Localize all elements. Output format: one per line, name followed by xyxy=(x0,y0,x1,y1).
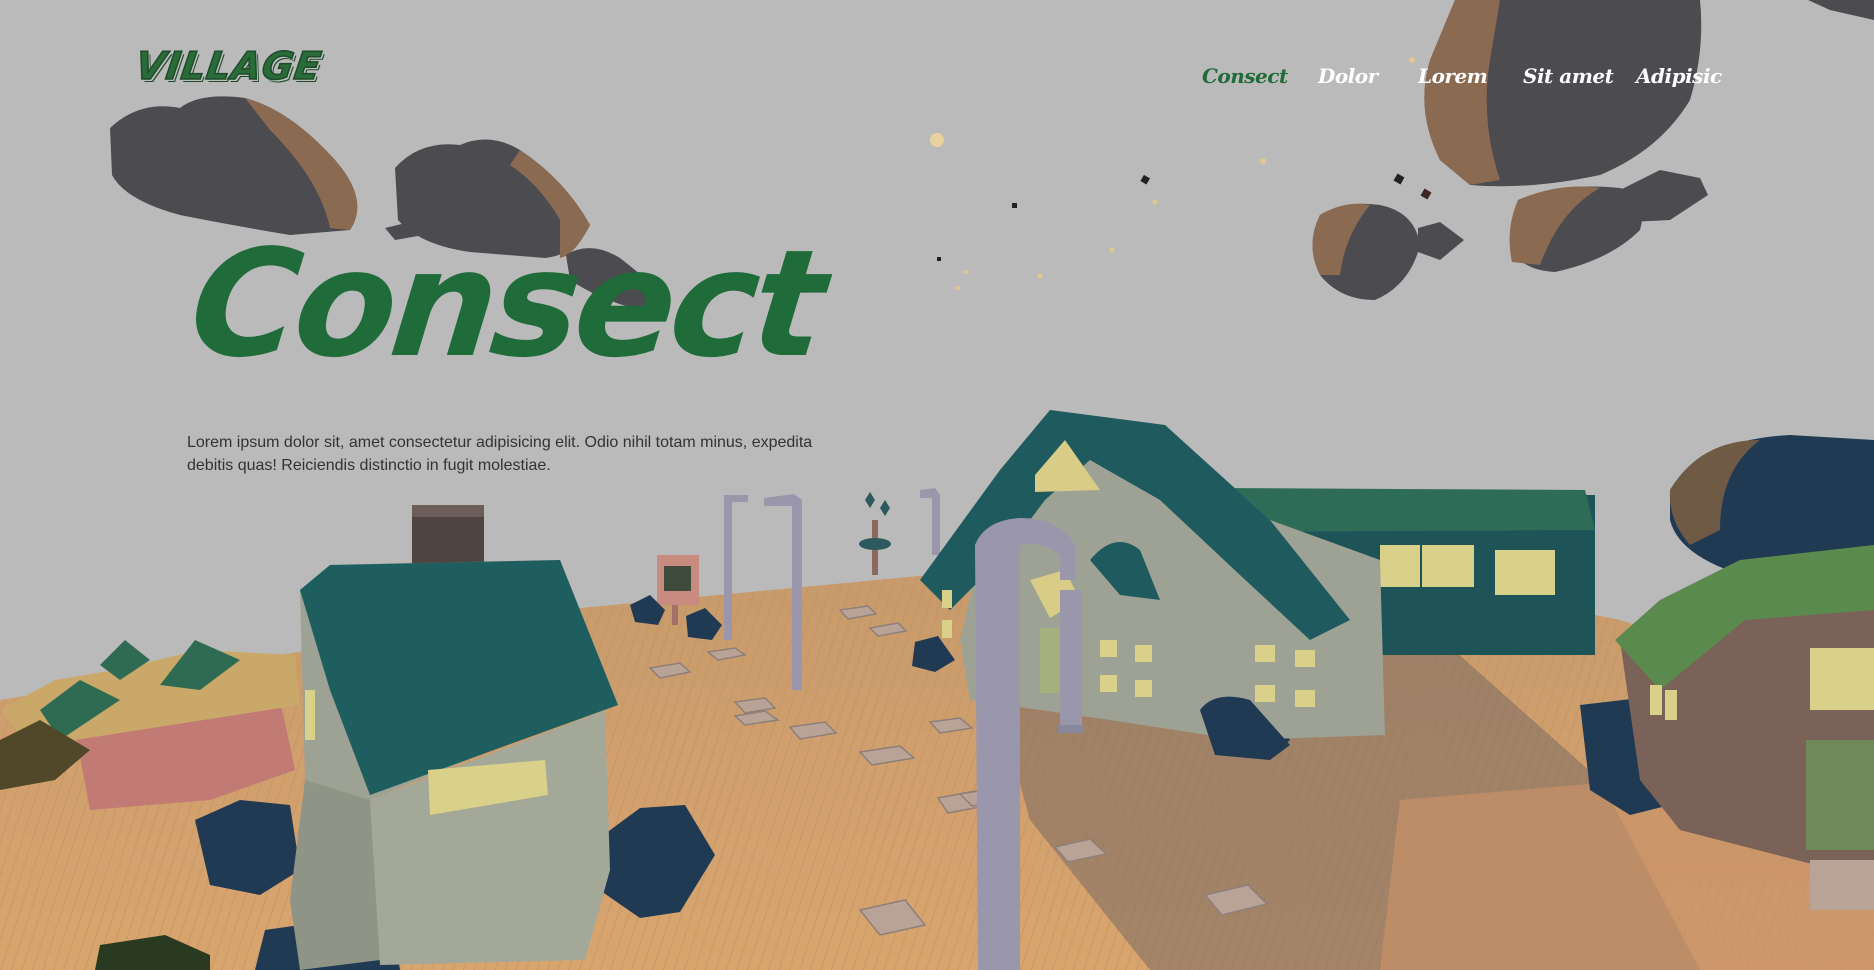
cloud-cluster-right xyxy=(1312,0,1874,300)
nav-link-adipisic[interactable]: Adipisic xyxy=(1636,64,1722,94)
left-house xyxy=(290,505,618,970)
hero-title: Consect xyxy=(182,218,829,390)
hero-description: Lorem ipsum dolor sit, amet consectetur … xyxy=(187,434,813,474)
nav-link-consect[interactable]: Consect xyxy=(1202,64,1288,94)
nav-link-sit-amet[interactable]: Sit amet xyxy=(1523,64,1614,94)
village-scene xyxy=(0,0,1874,970)
nav-link-lorem[interactable]: Lorem xyxy=(1418,64,1488,94)
brand-logo[interactable]: VILLAGE xyxy=(132,43,325,89)
nav-link-dolor[interactable]: Dolor xyxy=(1318,64,1378,94)
